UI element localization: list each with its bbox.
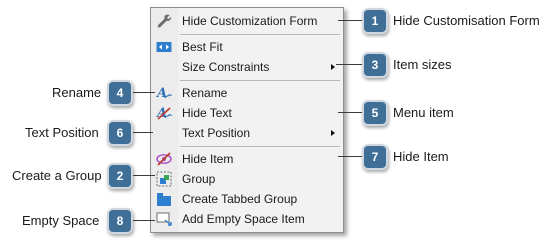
menu-item-rename[interactable]: A Rename [151, 83, 343, 103]
menu-item-label: Size Constraints [182, 60, 270, 74]
hide-item-icon [156, 151, 172, 167]
callout-badge-1: 1 [362, 8, 388, 34]
menu-item-label: Hide Customization Form [182, 14, 318, 28]
callout-badge-8: 8 [107, 208, 133, 234]
menu-item-label: Rename [182, 86, 228, 100]
menu-item-create-tabbed-group[interactable]: Create Tabbed Group [151, 189, 343, 209]
callout-text-7: Hide Item [393, 149, 449, 164]
callout-text-6: Text Position [25, 125, 99, 140]
callout-line [133, 175, 155, 176]
callout-badge-6: 6 [107, 120, 133, 146]
menu-item-hide-text[interactable]: A Hide Text [151, 103, 343, 123]
menu-separator [180, 80, 340, 81]
callout-line [338, 20, 362, 21]
callout-badge-3: 3 [362, 52, 388, 78]
menu-item-label: Best Fit [182, 40, 223, 54]
callout-badge-4: 4 [107, 80, 133, 106]
callout-text-2: Create a Group [12, 168, 102, 183]
callout-text-8: Empty Space [22, 213, 100, 228]
callout-text-3: Item sizes [393, 57, 452, 72]
menu-separator [180, 34, 340, 35]
callout-badge-2: 2 [107, 163, 133, 189]
callout-badge-5: 5 [362, 100, 388, 126]
best-fit-icon [156, 39, 172, 55]
callout-line [336, 64, 362, 65]
callout-line [133, 132, 153, 133]
callout-line [133, 92, 155, 93]
callout-badge-7: 7 [362, 144, 388, 170]
menu-item-text-position[interactable]: Text Position [151, 123, 343, 143]
menu-item-hide-customization-form[interactable]: Hide Customization Form [151, 11, 343, 31]
menu-item-best-fit[interactable]: Best Fit [151, 37, 343, 57]
menu-item-hide-item[interactable]: Hide Item [151, 149, 343, 169]
callout-line [133, 220, 155, 221]
callout-line [338, 156, 362, 157]
callout-text-5: Menu item [393, 105, 454, 120]
rename-icon: A [155, 85, 173, 101]
submenu-arrow-icon [331, 130, 335, 136]
wrench-icon [156, 13, 172, 29]
context-menu: Hide Customization Form Best Fit Size Co… [150, 7, 344, 233]
menu-item-label: Text Position [182, 126, 251, 140]
callout-text-1: Hide Customisation Form [393, 13, 540, 28]
callout-text-4: Rename [52, 85, 102, 100]
hide-text-icon: A [155, 105, 173, 121]
svg-text:A: A [156, 106, 167, 121]
menu-separator [180, 146, 340, 147]
menu-item-add-empty-space-item[interactable]: Add Empty Space Item [151, 209, 343, 229]
tabbed-group-icon [156, 191, 172, 207]
menu-item-label: Hide Item [182, 152, 234, 166]
menu-item-label: Hide Text [182, 106, 232, 120]
group-icon [156, 171, 172, 187]
empty-space-icon [156, 211, 172, 227]
menu-item-size-constraints[interactable]: Size Constraints [151, 57, 343, 77]
menu-item-label: Group [182, 172, 216, 186]
callout-line [338, 112, 362, 113]
svg-text:A: A [156, 86, 167, 101]
menu-item-label: Add Empty Space Item [182, 212, 305, 226]
menu-item-group[interactable]: Group [151, 169, 343, 189]
submenu-arrow-icon [331, 64, 335, 70]
menu-item-label: Create Tabbed Group [182, 192, 298, 206]
